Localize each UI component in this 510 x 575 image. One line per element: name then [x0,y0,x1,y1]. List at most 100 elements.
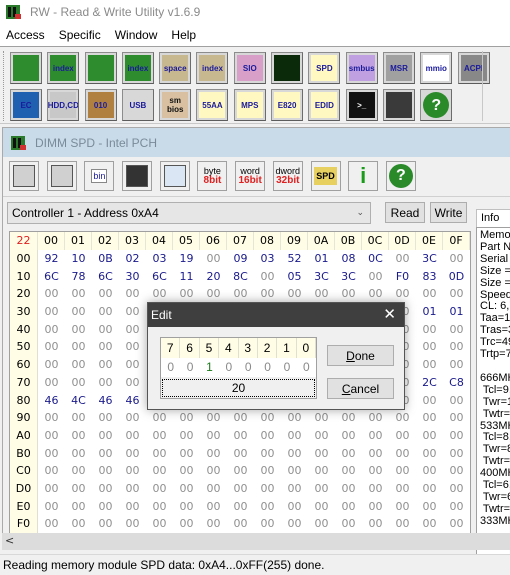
hex-cell[interactable]: 00 [362,287,389,300]
hex-cell[interactable]: 00 [416,482,443,495]
hex-cell[interactable]: 00 [173,287,200,300]
hex-cell[interactable]: 00 [65,358,92,371]
hex-cell[interactable]: 00 [200,447,227,460]
hex-cell[interactable]: 00 [38,517,65,530]
hex-cell[interactable]: 00 [92,517,119,530]
hex-cell[interactable]: 00 [146,447,173,460]
hex-cell[interactable]: 00 [254,411,281,424]
hex-cell[interactable]: 00 [173,411,200,424]
hex-cell[interactable]: 00 [443,323,470,336]
hex-cell[interactable]: 00 [443,500,470,513]
hex-cell[interactable]: 10 [65,252,92,265]
hex-cell[interactable]: 00 [173,517,200,530]
hex-cell[interactable]: 00 [92,500,119,513]
hex-cell[interactable]: 00 [38,358,65,371]
hex-cell[interactable]: 00 [362,517,389,530]
bit-toggle[interactable]: 0 [277,357,297,377]
hex-cell[interactable]: 00 [254,429,281,442]
hex-cell[interactable]: 00 [119,464,146,477]
hex-cell[interactable]: 00 [335,517,362,530]
hex-cell[interactable]: 00 [443,358,470,371]
hex-cell[interactable]: 00 [281,517,308,530]
hex-cell[interactable]: 00 [65,482,92,495]
hex-cell[interactable]: 00 [119,340,146,353]
hex-cell[interactable]: 00 [254,482,281,495]
hex-cell[interactable]: 00 [227,500,254,513]
hex-cell[interactable]: 00 [416,340,443,353]
hex-cell[interactable]: 0C [362,252,389,265]
hex-cell[interactable]: 00 [200,464,227,477]
hex-cell[interactable]: 00 [38,411,65,424]
hex-cell[interactable]: 00 [65,429,92,442]
hex-cell[interactable]: 00 [65,340,92,353]
hex-cell[interactable]: 00 [38,464,65,477]
scroll-left-icon[interactable]: < [5,534,14,547]
disk-010-tool-button[interactable]: 010 [84,89,117,121]
hex-cell[interactable]: 83 [416,270,443,283]
hex-cell[interactable]: 00 [65,411,92,424]
bit-toggle[interactable]: 0 [257,357,278,377]
hex-cell[interactable]: 00 [119,500,146,513]
memory-tool-button[interactable] [84,52,117,84]
hex-cell[interactable]: 00 [443,411,470,424]
bit-toggle[interactable]: 0 [296,357,316,377]
io-index-tool-button[interactable]: index [196,52,229,84]
close-icon[interactable]: ✕ [383,305,396,323]
hex-cell[interactable]: 00 [443,429,470,442]
hex-cell[interactable]: 00 [416,358,443,371]
bit-toggle[interactable]: 0 [180,357,200,377]
ec-tool-button[interactable]: EC [10,89,42,121]
hex-cell[interactable]: 00 [146,429,173,442]
hex-cell[interactable]: 00 [119,517,146,530]
mmio-tool-button[interactable]: mmio [420,52,453,84]
smbus-tool-button[interactable]: smbus [345,52,378,84]
55aa-tool-button[interactable]: 55AA [196,89,229,121]
hex-cell[interactable]: 00 [227,411,254,424]
hex-cell[interactable]: 00 [308,482,335,495]
hex-cell[interactable]: 46 [119,394,146,407]
hex-cell[interactable]: 46 [92,394,119,407]
hex-cell[interactable]: 00 [227,429,254,442]
hex-cell[interactable]: 00 [362,411,389,424]
hex-cell[interactable]: 03 [254,252,281,265]
word-16bit-button[interactable]: word 16bit [235,161,266,191]
pci-index-tool-button[interactable]: index [47,52,80,84]
hex-cell[interactable]: 46 [38,394,65,407]
hex-cell[interactable]: 00 [119,287,146,300]
hex-cell[interactable]: 00 [308,447,335,460]
hex-cell[interactable]: 00 [65,447,92,460]
cancel-button[interactable]: Cancel [327,378,394,399]
done-button[interactable]: Done [327,345,394,366]
pc-tower-tool-button[interactable] [382,89,415,121]
hex-cell[interactable]: 00 [281,411,308,424]
hex-cell[interactable]: 00 [389,429,416,442]
hex-cell[interactable]: 00 [92,482,119,495]
hex-cell[interactable]: 00 [416,394,443,407]
hex-cell[interactable]: 00 [119,376,146,389]
hex-cell[interactable]: 00 [362,500,389,513]
bit-toggle[interactable]: 0 [238,357,258,377]
edid-tool-button[interactable]: EDID [308,89,341,121]
hex-cell[interactable]: 00 [362,464,389,477]
hex-cell[interactable]: 00 [92,464,119,477]
hex-cell[interactable]: 00 [227,447,254,460]
hex-cell[interactable]: 00 [200,482,227,495]
hex-cell[interactable]: 00 [200,429,227,442]
hex-cell[interactable]: 00 [65,323,92,336]
hex-cell[interactable]: 52 [281,252,308,265]
hex-cell[interactable]: 00 [443,340,470,353]
hex-cell[interactable]: 00 [92,429,119,442]
e820-tool-button[interactable]: E820 [271,89,304,121]
hex-cell[interactable]: 00 [389,500,416,513]
hex-cell[interactable]: 00 [200,287,227,300]
hex-cell[interactable]: 2C [416,376,443,389]
menu-window[interactable]: Window [108,28,165,42]
info-panel[interactable]: MemoryPart NuSerial NSize = 4Size = 4Spe… [476,227,510,559]
hex-cell[interactable]: 00 [173,482,200,495]
hdd-cd-tool-button[interactable]: HDD,CD [47,89,80,121]
bit-toggle[interactable]: 0 [219,357,239,377]
hex-cell[interactable]: 78 [65,270,92,283]
hex-cell[interactable]: 00 [200,500,227,513]
hex-cell[interactable]: 00 [362,447,389,460]
hex-cell[interactable]: 00 [443,482,470,495]
